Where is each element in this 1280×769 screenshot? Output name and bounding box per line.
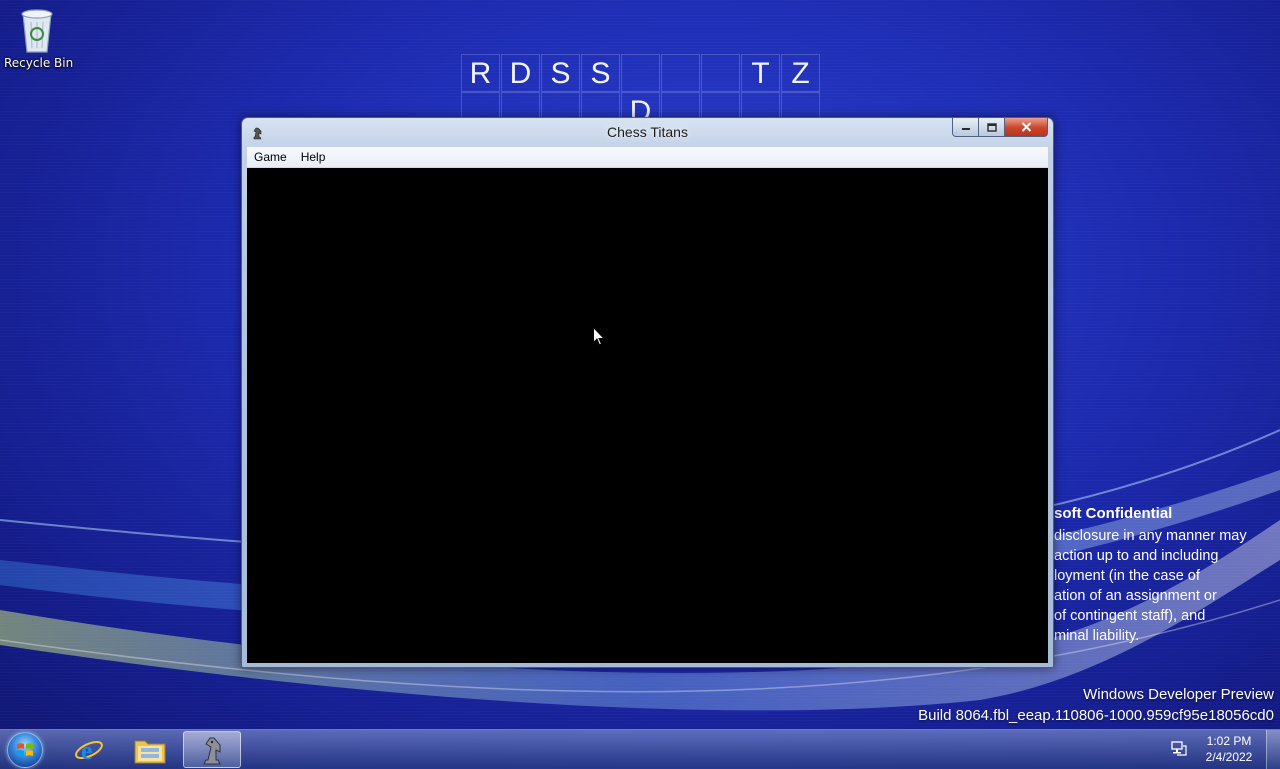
clock-time: 1:02 PM: [1206, 734, 1252, 748]
clock-date: 2/4/2022: [1205, 750, 1253, 764]
confidential-line: of contingent staff), and: [1054, 608, 1206, 624]
confidential-line: minal liability.: [1054, 628, 1140, 644]
menu-game[interactable]: Game: [247, 150, 294, 164]
grid-cell: D: [501, 54, 540, 92]
grid-cell: S: [541, 54, 580, 92]
taskbar-chess-titans[interactable]: [183, 731, 241, 768]
system-clock[interactable]: 1:02 PM 2/4/2022: [1198, 733, 1260, 765]
menu-help[interactable]: Help: [294, 150, 333, 164]
grid-cell: [701, 54, 740, 92]
build-watermark: Windows Developer Preview Build 8064.fbl…: [918, 684, 1274, 726]
taskbar-internet-explorer[interactable]: e: [60, 731, 118, 768]
taskbar-windows-explorer[interactable]: [121, 731, 179, 768]
caption-buttons: [952, 118, 1048, 137]
grid-cell: T: [741, 54, 780, 92]
windows-logo-icon: [7, 731, 43, 768]
confidential-watermark: soft Confidential disclosure in any mann…: [1054, 505, 1280, 646]
chess-knight-icon: [203, 737, 221, 764]
start-button[interactable]: [4, 731, 46, 768]
confidential-line: loyment (in the case of: [1054, 568, 1200, 584]
maximize-button[interactable]: [979, 118, 1005, 137]
grid-cell: [661, 54, 700, 92]
recycle-bin-shortcut[interactable]: Recycle Bin: [4, 6, 74, 70]
confidential-heading: soft Confidential: [1054, 505, 1173, 522]
menu-bar: Game Help: [247, 147, 1048, 168]
grid-cell: [621, 54, 660, 92]
grid-cell: Z: [781, 54, 820, 92]
build-number: Build 8064.fbl_eeap.110806-1000.959cf95e…: [918, 707, 1274, 724]
window-title: Chess Titans: [607, 124, 688, 140]
maximize-icon: [986, 122, 997, 132]
recycle-bin-label: Recycle Bin: [4, 56, 74, 70]
show-desktop-button[interactable]: [1266, 730, 1280, 769]
mouse-cursor-icon: [593, 327, 605, 346]
minimize-button[interactable]: [952, 118, 979, 137]
build-os-name: Windows Developer Preview: [1083, 686, 1274, 703]
close-icon: [1021, 122, 1031, 132]
taskbar: e 1:02 PM 2/4/2022: [0, 729, 1280, 769]
title-bar[interactable]: Chess Titans: [242, 118, 1053, 146]
confidential-line: disclosure in any manner may: [1054, 528, 1247, 544]
close-button[interactable]: [1005, 118, 1048, 137]
game-canvas[interactable]: [247, 168, 1048, 663]
recycle-bin-icon: [17, 6, 57, 54]
svg-text:e: e: [81, 736, 93, 765]
grid-cell: R: [461, 54, 500, 92]
minimize-icon: [961, 128, 970, 130]
internet-explorer-icon: e: [75, 736, 103, 765]
confidential-line: ation of an assignment or: [1054, 588, 1217, 604]
network-icon[interactable]: [1170, 740, 1188, 758]
confidential-line: action up to and including: [1054, 548, 1219, 564]
folder-icon: [134, 740, 166, 763]
grid-cell: S: [581, 54, 620, 92]
chess-titans-window[interactable]: Chess Titans Game Help: [241, 117, 1054, 668]
